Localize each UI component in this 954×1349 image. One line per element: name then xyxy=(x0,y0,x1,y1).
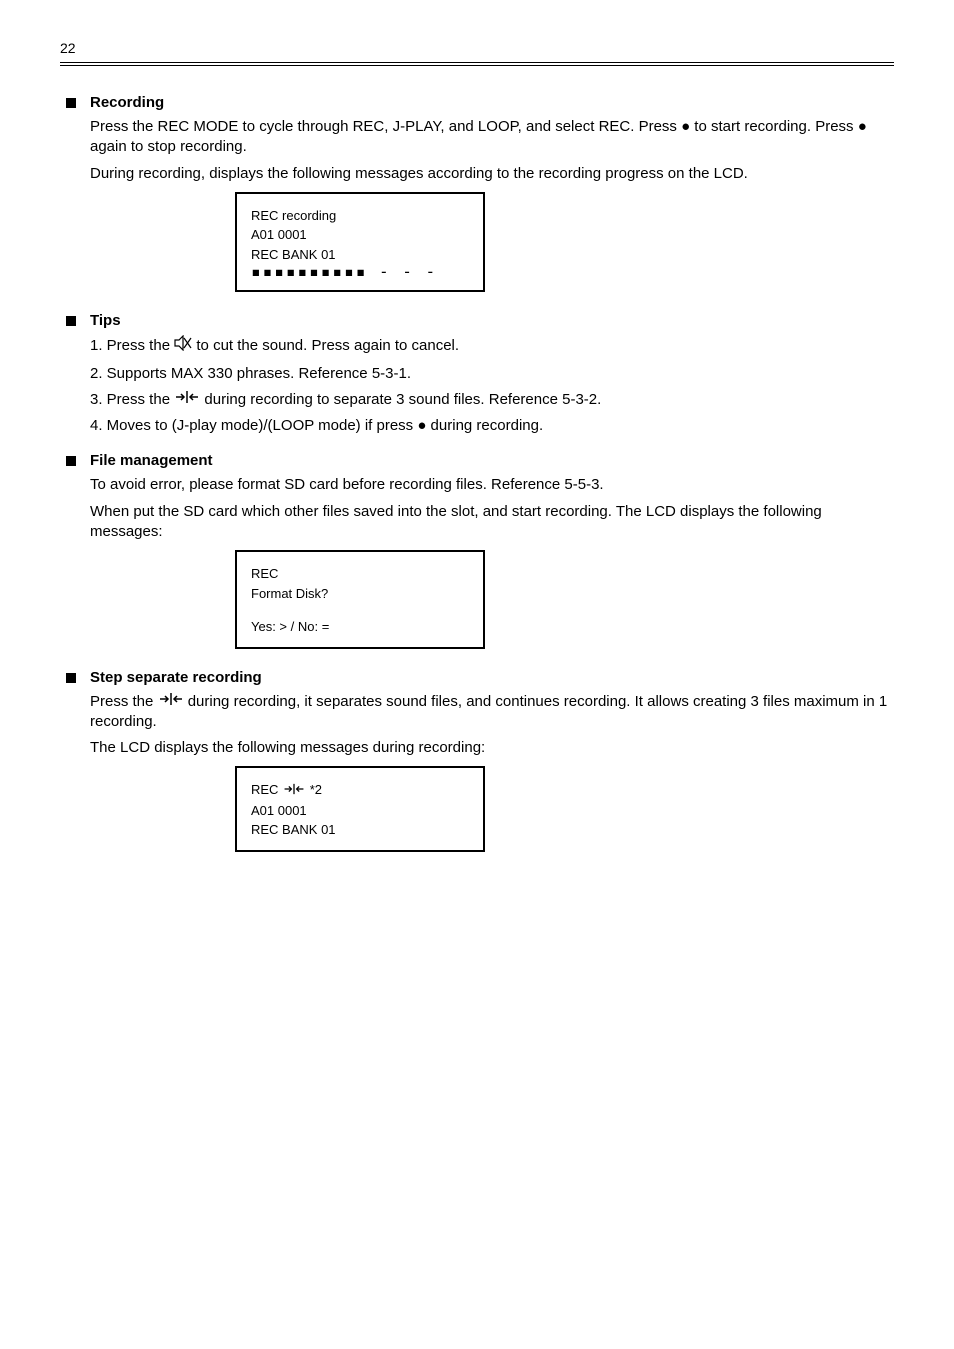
page-container: 22 Recording Press the REC MODE to cycle… xyxy=(0,0,954,932)
section-heading-step-recording: Step separate recording xyxy=(60,669,894,686)
lcd-line: Yes: > / No: = xyxy=(251,617,469,637)
paragraph: 3. Press the during recording to separat… xyxy=(90,390,894,410)
lcd-line: REC xyxy=(251,564,469,584)
paragraph: When put the SD card which other files s… xyxy=(90,502,894,543)
lcd-display: REC recording A01 0001 REC BANK 01 ▪▪▪▪▪… xyxy=(235,192,485,293)
bullet-icon xyxy=(66,316,76,326)
section-title: Recording xyxy=(90,94,164,111)
section-title: Tips xyxy=(90,312,121,329)
step-icon xyxy=(174,390,200,410)
lcd-text: *2 xyxy=(310,782,322,797)
section-title: File management xyxy=(90,452,213,469)
lcd-line: Format Disk? xyxy=(251,584,469,604)
bullet-icon xyxy=(66,456,76,466)
section-heading-recording: Recording xyxy=(60,94,894,111)
para-prefix: Press the xyxy=(90,693,158,710)
tip-suffix: to cut the sound. Press again to cancel. xyxy=(196,337,459,354)
paragraph: 1. Press the to cut the sound. Press aga… xyxy=(90,335,894,357)
para-suffix: during recording, it separates sound fil… xyxy=(90,693,887,730)
step-icon xyxy=(282,781,306,801)
section-title: Step separate recording xyxy=(90,669,262,686)
step-icon xyxy=(158,692,184,712)
lcd-line: A01 0001 xyxy=(251,225,469,245)
tip-prefix: 1. Press the xyxy=(90,337,174,354)
tip-suffix: during recording to separate 3 sound fil… xyxy=(204,391,601,408)
paragraph: 4. Moves to (J-play mode)/(LOOP mode) if… xyxy=(90,416,894,436)
paragraph: During recording, displays the following… xyxy=(90,164,894,184)
paragraph: To avoid error, please format SD card be… xyxy=(90,475,894,495)
section-heading-file-management: File management xyxy=(60,452,894,469)
tip-prefix: 3. Press the xyxy=(90,391,174,408)
paragraph: Press the during recording, it separates… xyxy=(90,692,894,733)
lcd-display: REC Format Disk? Yes: > / No: = xyxy=(235,550,485,649)
bullet-icon xyxy=(66,673,76,683)
mute-icon xyxy=(174,335,192,357)
header-rule xyxy=(60,62,894,66)
lcd-line: A01 0001 xyxy=(251,801,469,821)
lcd-line: REC *2 xyxy=(251,780,469,800)
lcd-text: REC xyxy=(251,782,282,797)
page-number: 22 xyxy=(60,40,894,56)
bullet-icon xyxy=(66,98,76,108)
paragraph: Press the REC MODE to cycle through REC,… xyxy=(90,117,894,158)
paragraph: The LCD displays the following messages … xyxy=(90,738,894,758)
lcd-line: REC recording xyxy=(251,206,469,226)
lcd-progress-bar: ▪▪▪▪▪▪▪▪▪▪ - - - xyxy=(251,264,469,280)
lcd-blank-line xyxy=(251,603,469,617)
lcd-display: REC *2 A01 0001 REC BANK 01 xyxy=(235,766,485,851)
section-heading-tips: Tips xyxy=(60,312,894,329)
paragraph: 2. Supports MAX 330 phrases. Reference 5… xyxy=(90,364,894,384)
lcd-line: REC BANK 01 xyxy=(251,820,469,840)
